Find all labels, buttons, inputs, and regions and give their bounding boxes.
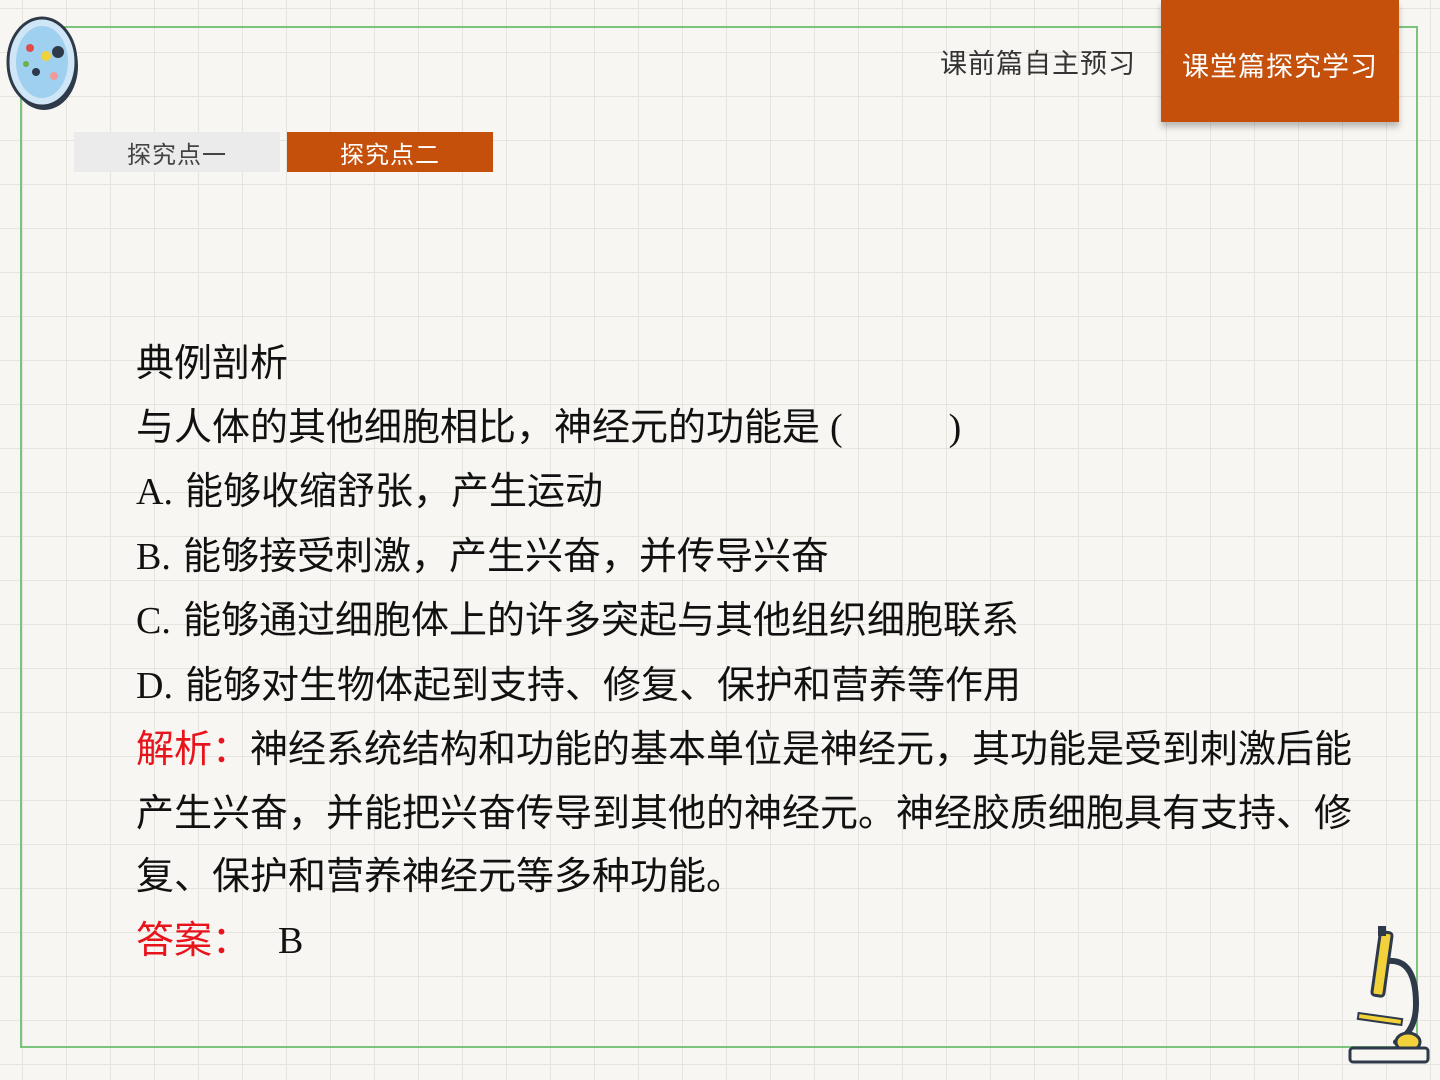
question-stem: 与人体的其他细胞相比，神经元的功能是() bbox=[136, 396, 1376, 461]
option-letter: B. bbox=[136, 535, 171, 578]
answer-line: 答案： B bbox=[136, 909, 1376, 974]
option-b: B. 能够接受刺激，产生兴奋，并传导兴奋 bbox=[136, 525, 1376, 590]
section-heading: 典例剖析 bbox=[136, 341, 289, 385]
answer-blank-close: ) bbox=[948, 406, 962, 449]
tab-label: 探究点一 bbox=[127, 140, 227, 169]
answer-value: B bbox=[278, 919, 304, 962]
answer-blank-open: ( bbox=[830, 406, 843, 449]
option-text: 能够对生物体起到支持、修复、保护和营养等作用 bbox=[185, 662, 1022, 707]
tab-label: 探究点二 bbox=[340, 140, 440, 169]
nav-pre-class-preview[interactable]: 课前篇自主预习 bbox=[940, 42, 1136, 81]
option-c: C. 能够通过细胞体上的许多突起与其他组织细胞联系 bbox=[136, 589, 1376, 654]
analysis-block: 解析：神经系统结构和功能的基本单位是神经元，其功能是受到刺激后能产生兴奋，并能把… bbox=[136, 718, 1376, 909]
nav-in-class-inquiry-label: 课堂篇探究学习 bbox=[1182, 51, 1378, 83]
tab-inquiry-point-1[interactable]: 探究点一 bbox=[74, 132, 280, 172]
answer-label: 答案： bbox=[136, 917, 251, 962]
option-text: 能够收缩舒张，产生运动 bbox=[185, 469, 604, 513]
option-letter: D. bbox=[136, 664, 173, 707]
option-a: A. 能够收缩舒张，产生运动 bbox=[136, 460, 1376, 525]
option-d: D. 能够对生物体起到支持、修复、保护和营养等作用 bbox=[136, 654, 1376, 719]
example-content: 典例剖析 与人体的其他细胞相比，神经元的功能是() A. 能够收缩舒张，产生运动… bbox=[136, 332, 1376, 973]
option-text: 能够通过细胞体上的许多突起与其他组织细胞联系 bbox=[182, 598, 1019, 642]
analysis-label: 解析： bbox=[136, 727, 251, 771]
nav-in-class-inquiry[interactable]: 课堂篇探究学习 bbox=[1161, 0, 1399, 122]
microscope-icon bbox=[1348, 926, 1430, 1064]
question-text: 与人体的其他细胞相比，神经元的功能是 bbox=[136, 404, 821, 449]
option-letter: A. bbox=[136, 471, 173, 513]
option-letter: C. bbox=[136, 600, 171, 642]
tab-inquiry-point-2[interactable]: 探究点二 bbox=[287, 132, 493, 172]
analysis-text: 神经系统结构和功能的基本单位是神经元，其功能是受到刺激后能产生兴奋，并能把兴奋传… bbox=[136, 727, 1353, 898]
petri-dish-icon bbox=[6, 16, 78, 110]
option-text: 能够接受刺激，产生兴奋，并传导兴奋 bbox=[182, 533, 829, 578]
